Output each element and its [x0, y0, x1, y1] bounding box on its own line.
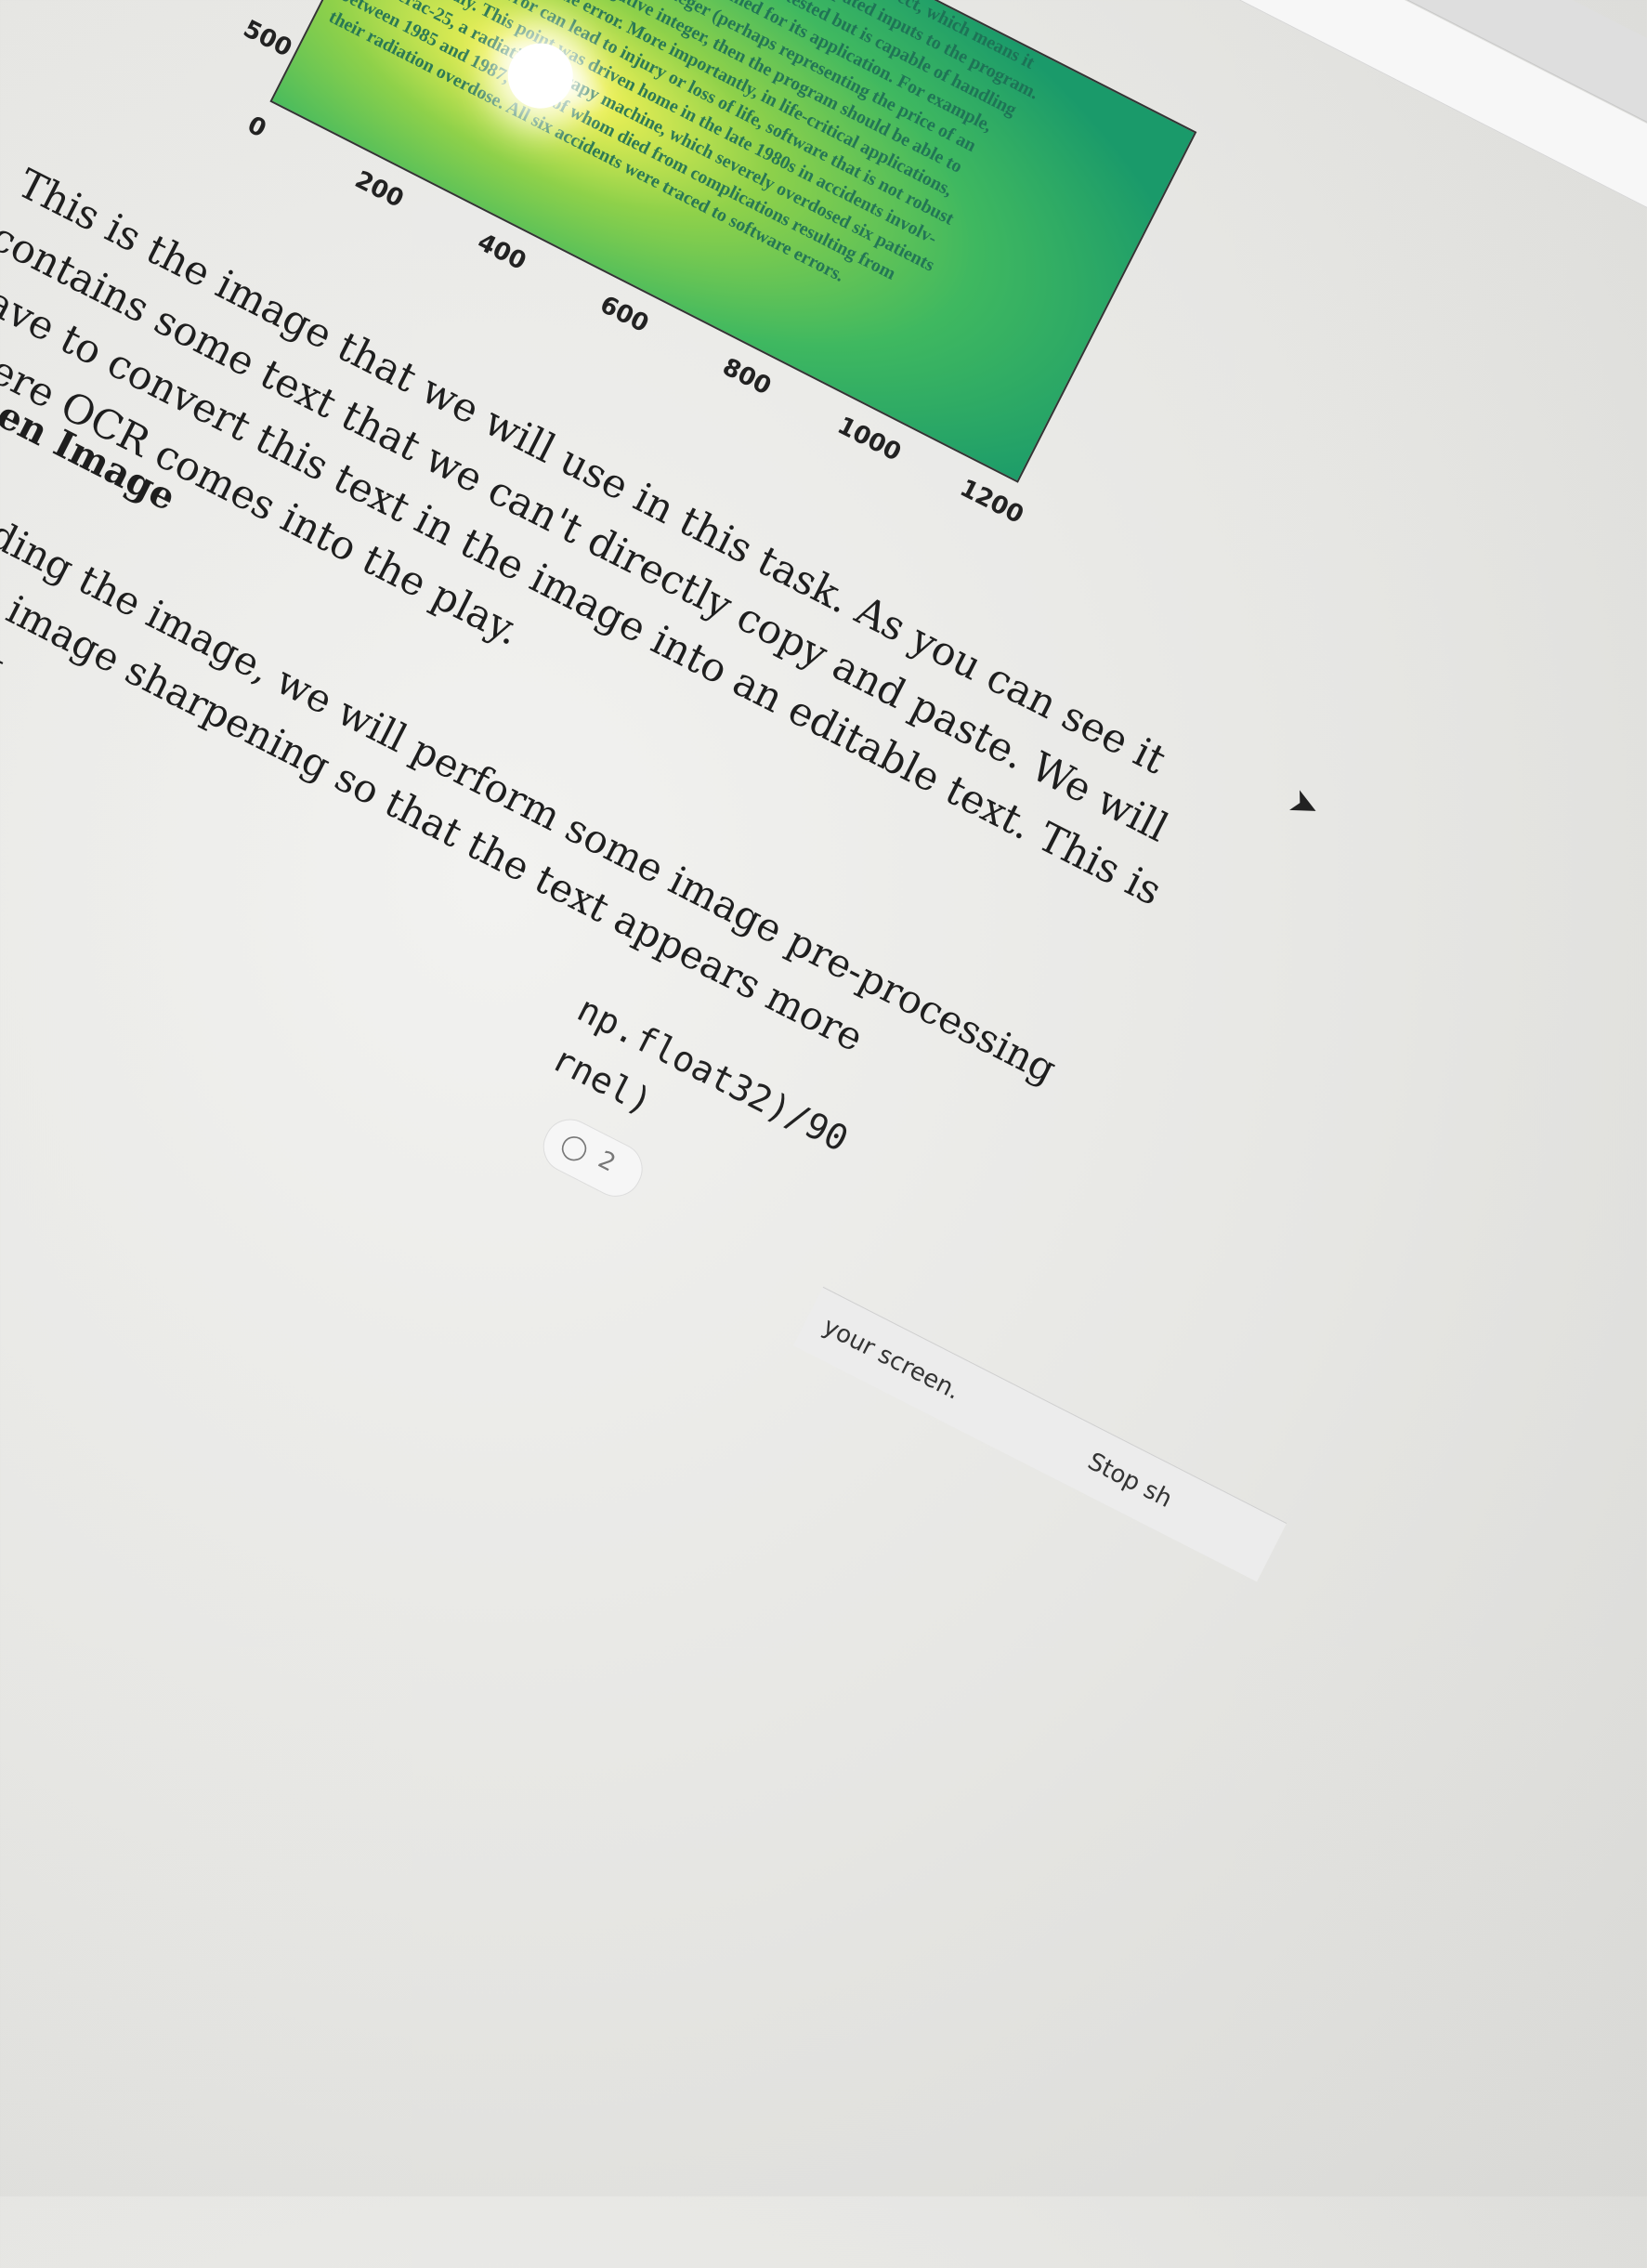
x-tick-label: 1200: [955, 474, 1028, 530]
mouse-cursor-icon: ➤: [1282, 779, 1327, 830]
share-message: your screen.: [817, 1312, 965, 1406]
browser-window: te_w × ◐ d-an-ocr-system-from-sc M Se Ev…: [0, 0, 1647, 2263]
y-tick-label: 400: [269, 0, 327, 3]
stop-sharing-button[interactable]: Stop sh: [1083, 1448, 1176, 1514]
comment-icon: ◯: [556, 1129, 594, 1167]
comment-count: 2: [593, 1146, 621, 1178]
screen-share-bar: your screen. Stop sh: [793, 1286, 1288, 1582]
y-tick-label: 500: [238, 15, 296, 63]
